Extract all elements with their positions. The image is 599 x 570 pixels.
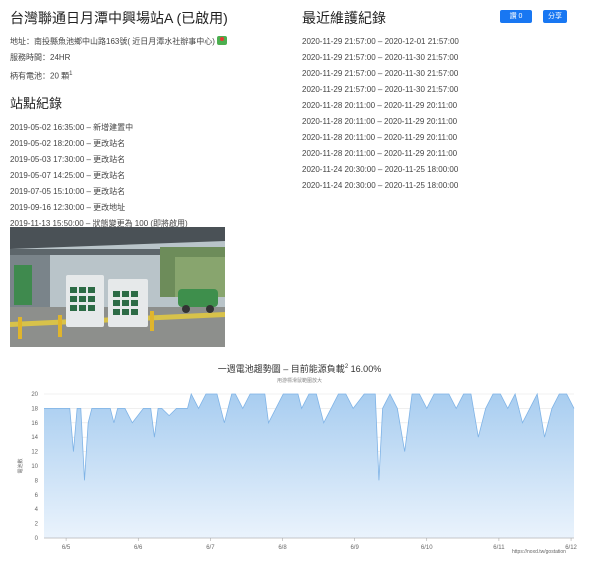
- x-tick-label: 6/7: [206, 545, 215, 551]
- y-tick-label: 8: [35, 478, 39, 484]
- history-entry: 2019-05-02 18:20:00 – 更改站名: [10, 138, 126, 148]
- address-row: 地址：南投縣魚池鄉中山路163號( 近日月潭水社辦事中心): [10, 34, 300, 50]
- x-tick-label: 6/9: [350, 545, 359, 551]
- history-entry: 2019-05-07 14:25:00 – 更改站名: [10, 170, 126, 180]
- map-icon[interactable]: [216, 36, 227, 45]
- maintenance-list: 2020-11-29 21:57:00 – 2020-12-01 21:57:0…: [302, 34, 592, 194]
- chart-plot[interactable]: 0 2 4 6 8 10 12 14 16 18 20 電池數 6/5 6/6 6/7 6/8 6/9 6/10 6…: [0, 358, 599, 570]
- maintenance-entry: 2020-11-28 20:11:00 – 2020-11-29 20:11:0…: [302, 133, 458, 142]
- capacity-row: 柄有電池：20 顆1: [10, 66, 300, 85]
- credit-link[interactable]: https://noxd.tw/gostation: [512, 549, 566, 555]
- capacity-value: 20 顆: [50, 71, 70, 81]
- maintenance-entry: 2020-11-29 21:57:00 – 2020-11-30 21:57:0…: [302, 53, 459, 62]
- history-entry: 2019-09-16 12:30:00 – 更改地址: [10, 202, 126, 212]
- history-entry: 2019-05-03 17:30:00 – 更改站名: [10, 154, 126, 164]
- y-tick-label: 6: [35, 493, 39, 499]
- address-link[interactable]: 南投縣魚池鄉中山路163號( 近日月潭水社辦事中心): [34, 37, 215, 46]
- history-entry: 2019-05-02 16:35:00 – 新增建置中: [10, 122, 134, 132]
- hours-label: 服務時間：: [10, 53, 50, 62]
- maintenance-entry: 2020-11-29 21:57:00 – 2020-12-01 21:57:0…: [302, 37, 459, 46]
- maintenance-title: 最近維護紀錄: [302, 10, 386, 26]
- maintenance-entry: 2020-11-29 21:57:00 – 2020-11-30 21:57:0…: [302, 85, 459, 94]
- x-tick-label: 6/11: [493, 545, 505, 551]
- x-tick-label: 6/10: [421, 545, 433, 551]
- y-tick-label: 2: [35, 522, 39, 528]
- y-axis-label: 電池數: [17, 458, 24, 473]
- y-tick-label: 4: [35, 507, 39, 513]
- x-tick-label: 6/8: [278, 545, 287, 551]
- y-tick-label: 10: [31, 464, 38, 470]
- maintenance-entry: 2020-11-28 20:11:00 – 2020-11-29 20:11:0…: [302, 149, 458, 158]
- y-tick-label: 18: [31, 406, 38, 412]
- station-photo-illustration: [10, 227, 225, 347]
- y-tick-label: 0: [35, 536, 39, 542]
- capacity-footnote: 1: [69, 71, 73, 77]
- x-tick-label: 6/6: [134, 545, 143, 551]
- history-entry: 2019-07-05 15:10:00 – 更改站名: [10, 186, 126, 196]
- hours-value: 24HR: [50, 53, 71, 62]
- station-info: 地址：南投縣魚池鄉中山路163號( 近日月潭水社辦事中心) 服務時間：24HR …: [10, 34, 300, 85]
- station-title: 台灣聯通日月潭中興場站A (已啟用): [10, 10, 228, 26]
- area-series: [44, 394, 574, 538]
- hours-row: 服務時間：24HR: [10, 50, 300, 66]
- maintenance-panel: 最近維護紀錄 2020-11-29 21:57:00 – 2020-12-01 …: [302, 8, 592, 194]
- address-label: 地址：: [10, 37, 34, 46]
- y-tick-label: 20: [31, 392, 38, 398]
- station-photo: [10, 227, 225, 347]
- maintenance-entry: 2020-11-29 21:57:00 – 2020-11-30 21:57:0…: [302, 69, 459, 78]
- capacity-label: 柄有電池：: [10, 71, 50, 81]
- maintenance-entry: 2020-11-28 20:11:00 – 2020-11-29 20:11:0…: [302, 117, 458, 126]
- x-tick-label: 6/12: [565, 545, 577, 551]
- history-title: 站點紀錄: [10, 95, 63, 111]
- maintenance-entry: 2020-11-24 20:30:00 – 2020-11-25 18:00:0…: [302, 181, 459, 190]
- maintenance-entry: 2020-11-28 20:11:00 – 2020-11-29 20:11:0…: [302, 101, 458, 110]
- battery-trend-chart: 一週電池趨勢圖 – 目前能源負載2 16.00% 用游標滑鼠範圍放大 02468…: [0, 358, 599, 570]
- station-info-panel: 台灣聯通日月潭中興場站A (已啟用) 地址：南投縣魚池鄉中山路163號( 近日月…: [10, 8, 300, 248]
- y-tick-label: 14: [31, 435, 38, 441]
- y-tick-label: 16: [31, 421, 38, 427]
- maintenance-entry: 2020-11-24 20:30:00 – 2020-11-25 18:00:0…: [302, 165, 459, 174]
- x-tick-label: 6/5: [62, 545, 71, 551]
- y-tick-label: 12: [31, 450, 38, 456]
